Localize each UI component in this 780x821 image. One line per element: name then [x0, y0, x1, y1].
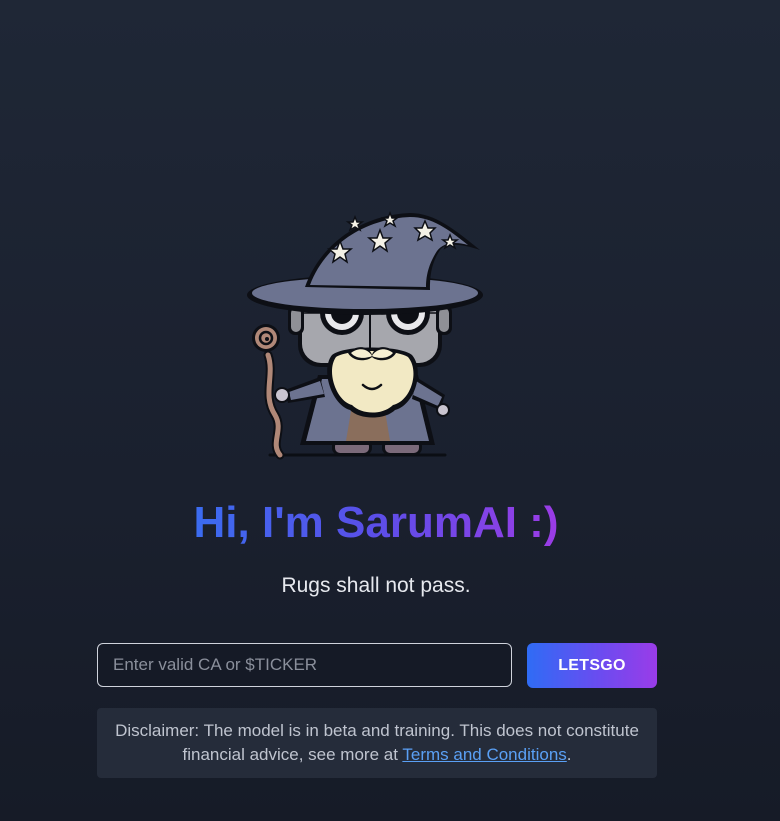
- page-title-text: Hi, I'm SarumAI :): [193, 498, 559, 547]
- disclaimer-box: Disclaimer: The model is in beta and tra…: [97, 708, 657, 778]
- search-input[interactable]: [97, 643, 512, 687]
- robot-wizard-mascot-icon: [247, 210, 483, 460]
- letsgo-button[interactable]: LETSGO: [527, 643, 657, 688]
- tagline: Rugs shall not pass.: [281, 574, 471, 597]
- terms-link[interactable]: Terms and Conditions: [402, 745, 566, 764]
- disclaimer-suffix: .: [566, 745, 572, 764]
- page-title: Hi, I'm SarumAI :): [0, 495, 752, 551]
